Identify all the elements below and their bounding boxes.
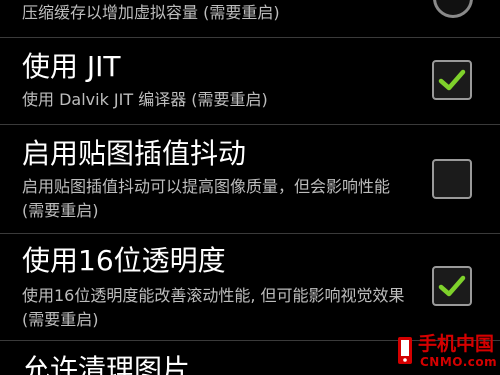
- setting-row-use-jit[interactable]: 使用 JIT 使用 Dalvik JIT 编译器 (需要重启): [0, 38, 500, 124]
- checkmark-icon: [438, 69, 466, 91]
- setting-summary: 启用贴图插值抖动可以提高图像质量，但会影响性能 (需要重启): [22, 177, 391, 220]
- setting-row-texture-dither[interactable]: 启用贴图插值抖动 启用贴图插值抖动可以提高图像质量，但会影响性能 (需要重启): [0, 125, 500, 233]
- setting-title: 使用16位透明度: [22, 244, 226, 277]
- setting-title: 使用 JIT: [22, 50, 121, 83]
- checkbox-checked-icon[interactable]: [432, 60, 472, 100]
- setting-summary: 使用16位透明度能改善滚动性能, 但可能影响视觉效果 (需要重启): [22, 286, 405, 329]
- watermark-text-cn: 手机中国: [418, 333, 495, 355]
- setting-title: 允许清理图片: [22, 353, 191, 375]
- setting-row-16bit-alpha[interactable]: 使用16位透明度 使用16位透明度能改善滚动性能, 但可能影响视觉效果 (需要重…: [0, 234, 500, 340]
- setting-summary: 使用 Dalvik JIT 编译器 (需要重启): [22, 90, 268, 109]
- setting-title: 启用贴图插值抖动: [22, 137, 247, 170]
- checkbox-checked-icon[interactable]: [432, 266, 472, 306]
- setting-summary: 压缩缓存以增加虚拟容量 (需要重启): [22, 3, 280, 22]
- checkbox-unchecked-icon[interactable]: [432, 159, 472, 199]
- setting-row-compress-cache[interactable]: 压缩缓存以增加虚拟容量 (需要重启): [0, 0, 500, 37]
- phone-logo-icon: [398, 337, 412, 364]
- checkmark-icon: [438, 275, 466, 297]
- watermark-text-en: CNMO.com: [420, 355, 498, 369]
- round-switch-icon[interactable]: [433, 0, 473, 18]
- cnmo-watermark: 手机中国 CNMO.com: [396, 333, 498, 373]
